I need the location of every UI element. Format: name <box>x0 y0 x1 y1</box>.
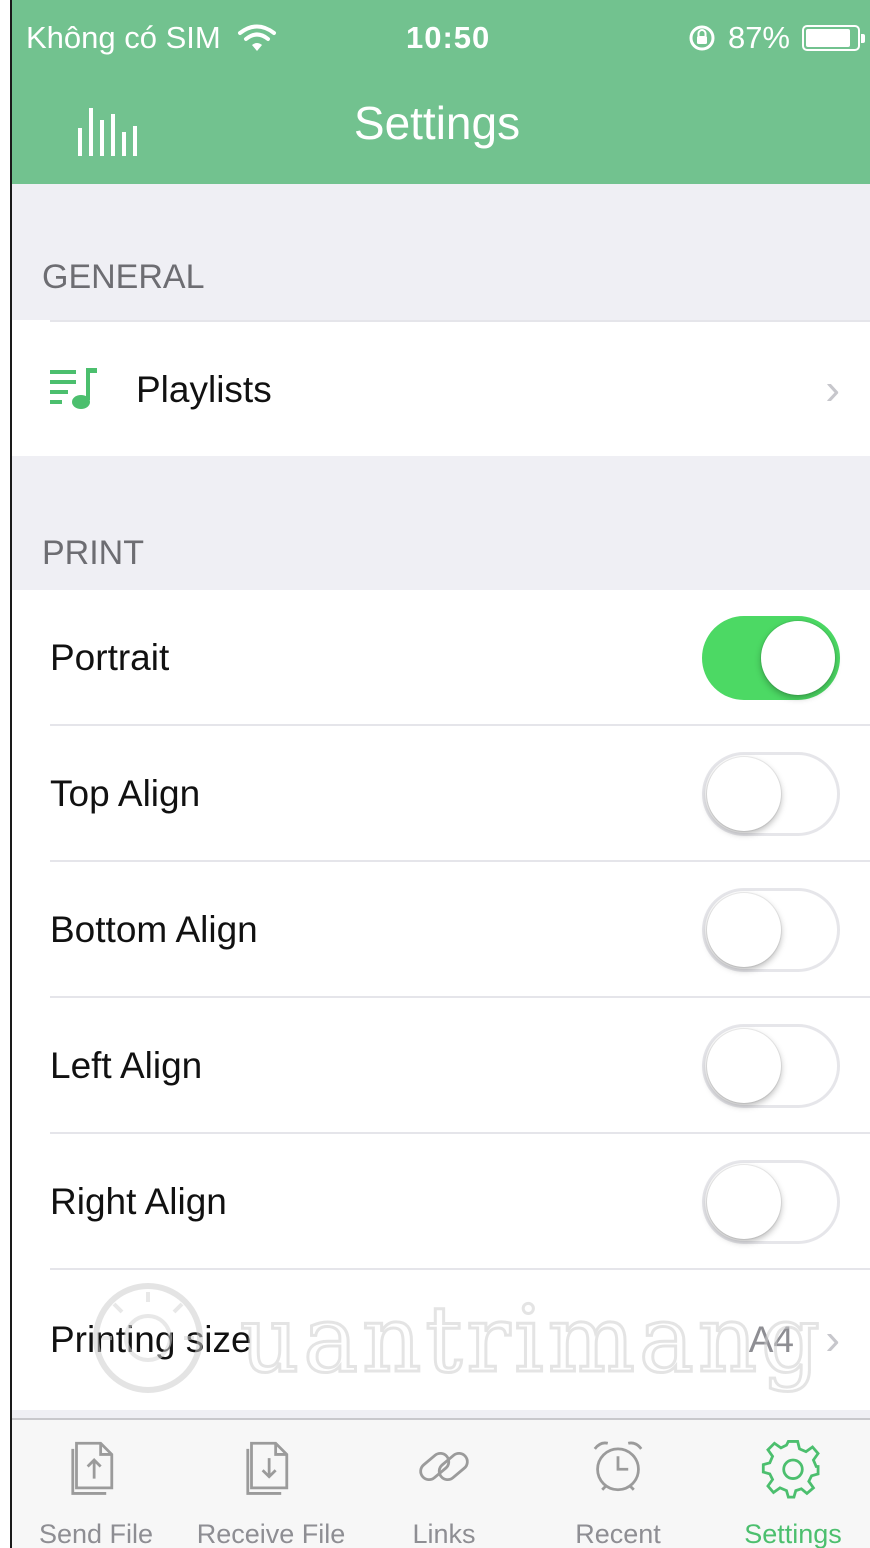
switch-knob <box>707 893 781 967</box>
tab-settings[interactable]: Settings <box>728 1420 858 1548</box>
tab-send-file[interactable]: Send File <box>26 1420 166 1548</box>
switch-knob <box>707 1165 781 1239</box>
playlists-label: Playlists <box>136 369 272 410</box>
tab-receive-file[interactable]: Receive File <box>186 1420 356 1548</box>
right-align-switch[interactable] <box>702 1160 840 1244</box>
switch-knob <box>761 621 835 695</box>
portrait-label: Portrait <box>50 637 170 678</box>
link-icon <box>419 1451 469 1482</box>
bottom-align-row: Bottom Align <box>12 862 870 998</box>
status-right: 87% <box>688 20 865 56</box>
status-bar: Không có SIM 10:50 87% <box>12 0 870 76</box>
page-title: Settings <box>353 97 521 149</box>
top-align-label: Top Align <box>50 773 201 814</box>
chevron-right-icon: › <box>825 1315 840 1364</box>
alarm-clock-icon <box>593 1441 643 1492</box>
tab-recent[interactable]: Recent <box>558 1420 678 1548</box>
navigation-bar: Settings <box>12 76 870 184</box>
playlist-music-icon <box>50 368 97 409</box>
tab-label: Send File <box>38 1519 154 1548</box>
chevron-right-icon: › <box>825 365 840 414</box>
tab-label: Links <box>412 1519 476 1548</box>
tab-label: Recent <box>575 1519 661 1548</box>
settings-list[interactable]: GENERAL Playlists › PRINT Portrait Top A… <box>12 184 870 1418</box>
status-time: 10:50 <box>406 20 491 55</box>
section-header-general: GENERAL <box>42 258 205 296</box>
tab-label: Settings <box>744 1519 842 1548</box>
top-align-switch[interactable] <box>702 752 840 836</box>
top-bar: Không có SIM 10:50 87% Settings <box>12 0 870 184</box>
left-align-label: Left Align <box>50 1045 203 1086</box>
right-align-label: Right Align <box>50 1181 227 1222</box>
send-file-icon <box>71 1441 114 1495</box>
battery-percent: 87% <box>727 20 790 55</box>
battery-icon <box>802 25 865 51</box>
carrier-label: Không có SIM <box>26 20 221 55</box>
printing-size-value: A4 <box>748 1319 794 1360</box>
right-align-row: Right Align <box>12 1134 870 1270</box>
general-group: Playlists › <box>12 320 870 456</box>
bottom-align-switch[interactable] <box>702 888 840 972</box>
printing-size-label: Printing size <box>50 1319 252 1360</box>
portrait-switch[interactable] <box>702 616 840 700</box>
tab-label: Receive File <box>196 1519 346 1548</box>
switch-knob <box>707 757 781 831</box>
section-header-print: PRINT <box>42 534 144 572</box>
printing-size-row[interactable]: Printing size A4 › <box>12 1270 870 1410</box>
status-carrier: Không có SIM <box>26 20 277 56</box>
tab-bar: Send File Receive File Links Recent Sett… <box>12 1418 870 1548</box>
left-align-row: Left Align <box>12 998 870 1134</box>
print-group: Portrait Top Align Bottom Align Left Ali… <box>12 590 870 1410</box>
tab-links[interactable]: Links <box>384 1420 504 1548</box>
switch-knob <box>707 1029 781 1103</box>
playlists-row[interactable]: Playlists › <box>12 324 870 456</box>
portrait-row: Portrait <box>12 590 870 726</box>
top-align-row: Top Align <box>12 726 870 862</box>
receive-file-icon <box>246 1441 289 1495</box>
screen-edge <box>0 0 12 1548</box>
gear-icon <box>761 1440 820 1499</box>
left-align-switch[interactable] <box>702 1024 840 1108</box>
wifi-icon <box>237 24 276 51</box>
orientation-lock-icon <box>689 25 715 51</box>
battery-level <box>806 29 850 47</box>
bottom-align-label: Bottom Align <box>50 909 258 950</box>
